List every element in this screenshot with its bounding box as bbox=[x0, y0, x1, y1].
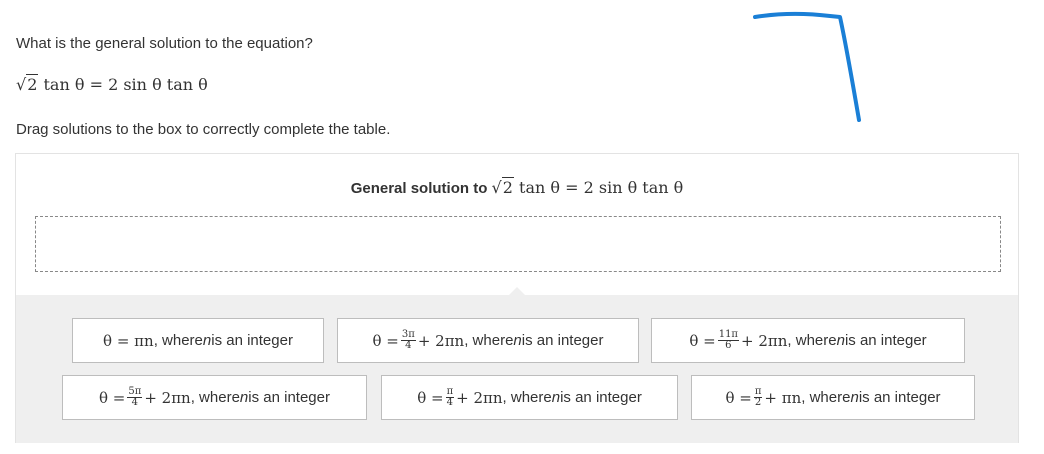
tile-tail: + 2πn bbox=[741, 331, 788, 350]
tile-fraction-den: 2 bbox=[754, 397, 762, 408]
solution-tile[interactable]: θ = 5π 4 + 2πn , where n is an integer bbox=[62, 375, 367, 420]
tile-fraction-den: 4 bbox=[446, 397, 454, 408]
tile-fraction-den: 4 bbox=[131, 397, 139, 408]
tile-suffix-post: is an integer bbox=[521, 332, 604, 349]
tile-suffix-pre: , where bbox=[153, 332, 203, 349]
tile-var: n bbox=[850, 389, 859, 406]
solution-tile[interactable]: θ = 3π 4 + 2πn , where n is an integer bbox=[337, 318, 639, 363]
tile-suffix-pre: , where bbox=[464, 332, 514, 349]
instruction-text: Drag solutions to the box to correctly c… bbox=[16, 121, 391, 138]
tile-fraction: π2 bbox=[753, 387, 763, 408]
tile-fraction: 5π 4 bbox=[127, 387, 143, 408]
tile-tray: θ = πn , where n is an integer θ = 3π 4 +… bbox=[16, 287, 1018, 443]
tile-var: n bbox=[836, 332, 845, 349]
equation-rhs: 2 sin θ tan θ bbox=[108, 75, 208, 94]
table-title: General solution to √2 tan θ = 2 sin θ t… bbox=[16, 177, 1018, 197]
tile-suffix-post: is an integer bbox=[858, 389, 941, 406]
tile-fraction: 3π 4 bbox=[400, 330, 416, 351]
tile-suffix-post: is an integer bbox=[211, 332, 293, 349]
radicand: 2 bbox=[501, 177, 514, 197]
solution-drop-box[interactable] bbox=[35, 216, 1001, 272]
equation-equals: = bbox=[89, 75, 103, 94]
equation: √2 tan θ = 2 sin θ tan θ bbox=[16, 74, 208, 94]
tile-fraction-den: 6 bbox=[725, 340, 732, 351]
tray-notch bbox=[508, 287, 526, 296]
drag-drop-panel: General solution to √2 tan θ = 2 sin θ t… bbox=[15, 153, 1019, 443]
tile-fraction-den: 4 bbox=[405, 340, 412, 351]
tile-lead: θ = bbox=[372, 331, 399, 350]
tile-suffix-pre: , where bbox=[801, 389, 851, 406]
tile-fraction: π4 bbox=[445, 387, 455, 408]
tile-lead: θ = bbox=[417, 388, 444, 407]
table-title-equation: √2 tan θ = 2 sin θ tan θ bbox=[491, 177, 684, 197]
tile-tail: + 2πn bbox=[417, 331, 465, 350]
question-text: What is the general solution to the equa… bbox=[16, 35, 313, 52]
sqrt-symbol: √2 bbox=[16, 74, 39, 94]
pen-annotation bbox=[753, 11, 861, 122]
tile-lead: θ = πn bbox=[103, 331, 154, 350]
solution-tile[interactable]: θ = π4 + 2πn , where n is an integer bbox=[381, 375, 678, 420]
tile-fraction: 11π 6 bbox=[717, 330, 739, 351]
tile-suffix-pre: , where bbox=[502, 389, 552, 406]
tile-lead: θ = bbox=[99, 388, 126, 407]
table-title-label: General solution to bbox=[350, 180, 488, 197]
table-title-equation-rest: tan θ = 2 sin θ tan θ bbox=[519, 178, 684, 197]
solution-tile[interactable]: θ = π2 + πn , where n is an integer bbox=[691, 375, 975, 420]
tile-var: n bbox=[202, 332, 212, 349]
tile-suffix-post: is an integer bbox=[844, 332, 927, 349]
tile-var: n bbox=[239, 389, 249, 406]
tile-suffix-pre: , where bbox=[190, 389, 240, 406]
solution-tile[interactable]: θ = πn , where n is an integer bbox=[72, 318, 324, 363]
sqrt-symbol: √2 bbox=[491, 177, 514, 197]
tile-tail: + 2πn bbox=[144, 388, 191, 407]
tile-tail: + πn bbox=[764, 388, 802, 407]
solution-tile[interactable]: θ = 11π 6 + 2πn , where n is an integer bbox=[651, 318, 965, 363]
tile-var: n bbox=[551, 389, 561, 406]
tile-suffix-pre: , where bbox=[787, 332, 837, 349]
tile-tail: + 2πn bbox=[456, 388, 503, 407]
equation-lhs-func: tan θ bbox=[43, 75, 85, 94]
radicand: 2 bbox=[26, 74, 39, 94]
tile-lead: θ = bbox=[725, 388, 752, 407]
tile-var: n bbox=[513, 332, 522, 349]
tile-lead: θ = bbox=[689, 331, 716, 350]
tile-suffix-post: is an integer bbox=[560, 389, 642, 406]
tile-suffix-post: is an integer bbox=[248, 389, 330, 406]
